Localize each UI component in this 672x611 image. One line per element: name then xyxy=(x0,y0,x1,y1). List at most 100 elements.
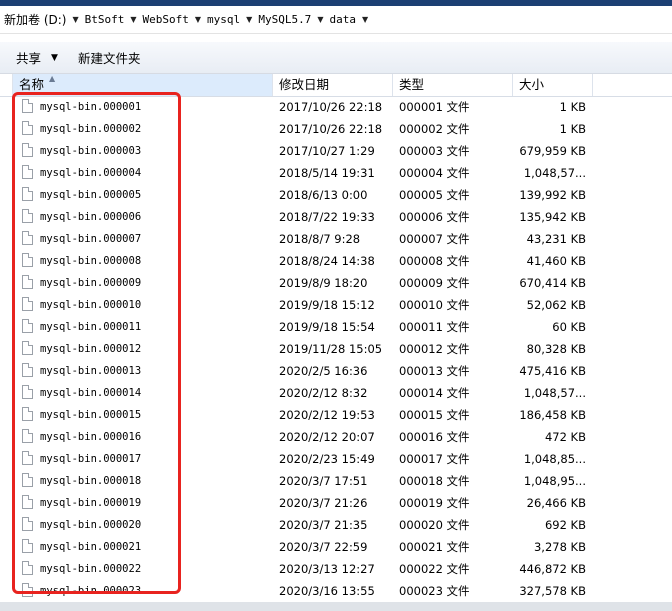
sort-ascending-icon: ▲ xyxy=(49,74,56,83)
file-name: mysql-bin.000015 xyxy=(40,409,142,421)
column-header-size-label: 大小 xyxy=(519,77,545,92)
file-icon xyxy=(22,341,33,355)
file-modified-date: 2020/2/12 20:07 xyxy=(279,430,375,444)
address-bar[interactable]: 新加卷 (D:) ▼ BtSoft ▼ WebSoft ▼ mysql ▼ My… xyxy=(0,6,672,34)
file-name: mysql-bin.000008 xyxy=(40,255,142,267)
file-row[interactable]: mysql-bin.000018 2020/3/7 17:51 000018 文件 1… xyxy=(0,470,672,492)
file-type: 000013 文件 xyxy=(399,364,470,378)
file-size: 80,328 KB xyxy=(526,342,586,356)
file-modified-date: 2017/10/27 1:29 xyxy=(279,144,375,158)
file-size: 139,992 KB xyxy=(519,188,586,202)
file-row[interactable]: mysql-bin.000022 2020/3/13 12:27 000022 文件… xyxy=(0,558,672,580)
file-type: 000016 文件 xyxy=(399,430,470,444)
file-row[interactable]: mysql-bin.000016 2020/2/12 20:07 000016 文件… xyxy=(0,426,672,448)
file-size: 26,466 KB xyxy=(526,496,586,510)
column-header-type[interactable]: 类型 xyxy=(393,74,513,96)
chevron-down-icon[interactable]: ▼ xyxy=(195,15,201,24)
file-name: mysql-bin.000020 xyxy=(40,519,142,531)
file-row[interactable]: mysql-bin.000012 2019/11/28 15:05 000012 文… xyxy=(0,338,672,360)
file-icon xyxy=(22,99,33,113)
file-modified-date: 2020/2/5 16:36 xyxy=(279,364,368,378)
file-row[interactable]: mysql-bin.000001 2017/10/26 22:18 000001 文… xyxy=(0,96,672,118)
file-modified-date: 2020/3/7 22:59 xyxy=(279,540,368,554)
file-modified-date: 2020/3/7 21:26 xyxy=(279,496,368,510)
new-folder-button[interactable]: 新建文件夹 xyxy=(70,46,149,70)
file-row[interactable]: mysql-bin.000021 2020/3/7 22:59 000021 文件 3… xyxy=(0,536,672,558)
chevron-down-icon[interactable]: ▼ xyxy=(130,15,136,24)
file-row[interactable]: mysql-bin.000023 2020/3/16 13:55 000023 文件… xyxy=(0,580,672,602)
breadcrumb-mysql[interactable]: mysql xyxy=(207,13,240,26)
file-name: mysql-bin.000004 xyxy=(40,167,142,179)
file-modified-date: 2020/3/7 17:51 xyxy=(279,474,368,488)
file-modified-date: 2020/2/12 8:32 xyxy=(279,386,368,400)
file-size: 1,048,57... xyxy=(523,166,586,180)
file-icon xyxy=(22,407,33,421)
file-modified-date: 2020/3/7 21:35 xyxy=(279,518,368,532)
file-row[interactable]: mysql-bin.000014 2020/2/12 8:32 000014 文件 1… xyxy=(0,382,672,404)
file-name: mysql-bin.000005 xyxy=(40,189,142,201)
column-header-name[interactable]: ▲ 名称 xyxy=(12,74,273,96)
file-row[interactable]: mysql-bin.000009 2019/8/9 18:20 000009 文件 6… xyxy=(0,272,672,294)
file-icon xyxy=(22,143,33,157)
command-toolbar: 共享 ▼ 新建文件夹 xyxy=(0,42,672,74)
file-row[interactable]: mysql-bin.000008 2018/8/24 14:38 000008 文件… xyxy=(0,250,672,272)
breadcrumb-btsoft[interactable]: BtSoft xyxy=(85,13,125,26)
file-size: 60 KB xyxy=(552,320,586,334)
file-modified-date: 2019/9/18 15:12 xyxy=(279,298,375,312)
chevron-down-icon[interactable]: ▼ xyxy=(246,15,252,24)
chevron-down-icon[interactable]: ▼ xyxy=(72,15,78,24)
file-type: 000023 文件 xyxy=(399,584,470,598)
file-modified-date: 2018/8/7 9:28 xyxy=(279,232,361,246)
file-row[interactable]: mysql-bin.000020 2020/3/7 21:35 000020 文件 6… xyxy=(0,514,672,536)
breadcrumb-websoft[interactable]: WebSoft xyxy=(143,13,189,26)
file-row[interactable]: mysql-bin.000004 2018/5/14 19:31 000004 文件… xyxy=(0,162,672,184)
file-name: mysql-bin.000010 xyxy=(40,299,142,311)
file-size: 1 KB xyxy=(559,100,586,114)
file-row[interactable]: mysql-bin.000007 2018/8/7 9:28 000007 文件 43… xyxy=(0,228,672,250)
file-row[interactable]: mysql-bin.000011 2019/9/18 15:54 000011 文件… xyxy=(0,316,672,338)
chevron-down-icon[interactable]: ▼ xyxy=(317,15,323,24)
file-name: mysql-bin.000007 xyxy=(40,233,142,245)
file-name: mysql-bin.000003 xyxy=(40,145,142,157)
file-row[interactable]: mysql-bin.000010 2019/9/18 15:12 000010 文件… xyxy=(0,294,672,316)
file-row[interactable]: mysql-bin.000017 2020/2/23 15:49 000017 文件… xyxy=(0,448,672,470)
file-row[interactable]: mysql-bin.000013 2020/2/5 16:36 000013 文件 4… xyxy=(0,360,672,382)
file-name: mysql-bin.000001 xyxy=(40,101,142,113)
file-size: 670,414 KB xyxy=(519,276,586,290)
file-modified-date: 2019/11/28 15:05 xyxy=(279,342,383,356)
file-row[interactable]: mysql-bin.000015 2020/2/12 19:53 000015 文件… xyxy=(0,404,672,426)
file-type: 000003 文件 xyxy=(399,144,470,158)
file-size: 52,062 KB xyxy=(526,298,586,312)
file-icon xyxy=(22,561,33,575)
new-folder-label: 新建文件夹 xyxy=(77,51,141,66)
file-type: 000002 文件 xyxy=(399,122,470,136)
chevron-down-icon[interactable]: ▼ xyxy=(362,15,368,24)
file-row[interactable]: mysql-bin.000005 2018/6/13 0:00 000005 文件 1… xyxy=(0,184,672,206)
breadcrumb-drive[interactable]: 新加卷 (D:) xyxy=(4,11,66,28)
file-row[interactable]: mysql-bin.000006 2018/7/22 19:33 000006 文件… xyxy=(0,206,672,228)
file-type: 000022 文件 xyxy=(399,562,470,576)
file-row[interactable]: mysql-bin.000019 2020/3/7 21:26 000019 文件 2… xyxy=(0,492,672,514)
file-name: mysql-bin.000022 xyxy=(40,563,142,575)
file-name: mysql-bin.000019 xyxy=(40,497,142,509)
file-name: mysql-bin.000006 xyxy=(40,211,142,223)
file-name: mysql-bin.000018 xyxy=(40,475,142,487)
breadcrumb-mysql57[interactable]: MySQL5.7 xyxy=(258,13,311,26)
column-header-date[interactable]: 修改日期 xyxy=(273,74,393,96)
file-name: mysql-bin.000012 xyxy=(40,343,142,355)
breadcrumb-data[interactable]: data xyxy=(329,13,356,26)
file-icon xyxy=(22,253,33,267)
file-icon xyxy=(22,583,33,597)
file-type: 000005 文件 xyxy=(399,188,470,202)
file-size: 1,048,57... xyxy=(523,386,586,400)
horizontal-scrollbar[interactable] xyxy=(0,602,672,611)
share-button[interactable]: 共享 ▼ xyxy=(8,46,66,70)
file-type: 000010 文件 xyxy=(399,298,470,312)
column-header-size[interactable]: 大小 xyxy=(513,74,593,96)
file-row[interactable]: mysql-bin.000003 2017/10/27 1:29 000003 文件… xyxy=(0,140,672,162)
file-type: 000011 文件 xyxy=(399,320,470,334)
file-row[interactable]: mysql-bin.000002 2017/10/26 22:18 000002 文… xyxy=(0,118,672,140)
file-icon xyxy=(22,429,33,443)
file-modified-date: 2020/2/12 19:53 xyxy=(279,408,375,422)
column-header-name-label: 名称 xyxy=(19,77,45,92)
